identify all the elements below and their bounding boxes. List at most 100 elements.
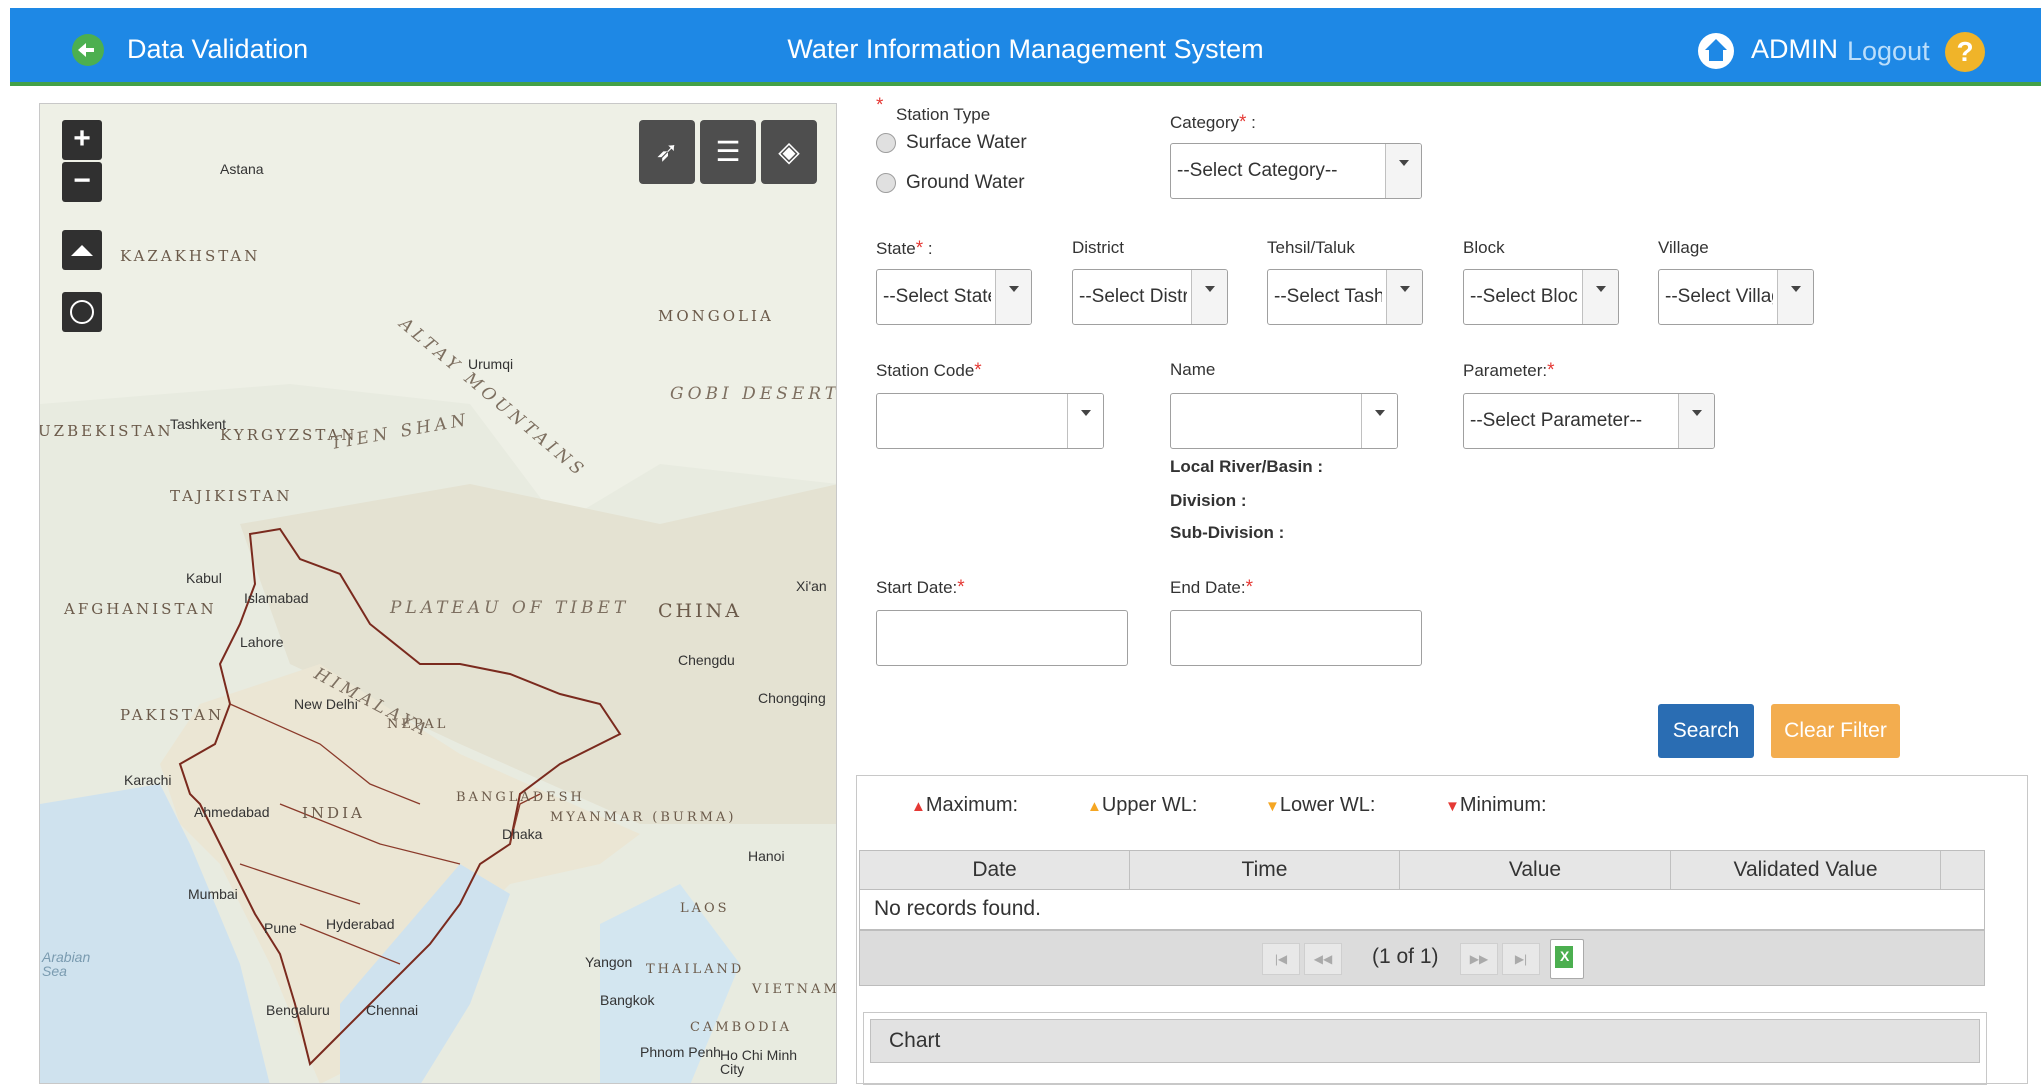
start-date-input[interactable] <box>876 610 1128 666</box>
station-code-select[interactable] <box>876 393 1104 449</box>
results-panel: ▲Maximum: ▲Upper WL: ▼Lower WL: ▼Minimum… <box>856 775 2028 1085</box>
chevron-down-icon[interactable] <box>1678 394 1714 448</box>
chevron-down-icon[interactable] <box>1386 270 1422 324</box>
map-city-label: Chennai <box>366 1002 419 1018</box>
map-city-label: Islamabad <box>244 590 309 606</box>
excel-export-icon[interactable] <box>1550 939 1584 979</box>
map-city-label: Mumbai <box>188 886 238 902</box>
legend-maximum: ▲Maximum: <box>911 794 1019 816</box>
map-country-label: MONGOLIA <box>658 307 774 325</box>
map-country-label: AFGHANISTAN <box>64 600 217 618</box>
map-city-label: Urumqi <box>468 356 514 372</box>
village-label: Village <box>1658 238 1709 257</box>
category-label: Category* : <box>1170 112 1256 133</box>
pagination: |◀ ◀◀ (1 of 1) ▶▶ ▶| <box>859 930 1985 986</box>
map-city-label: Ho Chi Minh City <box>720 1047 798 1077</box>
legend-tool-button[interactable]: ☰ <box>700 120 756 184</box>
chevron-down-icon[interactable] <box>1191 270 1227 324</box>
chevron-down-icon[interactable] <box>1067 394 1103 448</box>
map-city-label: Kabul <box>186 570 222 586</box>
home-icon[interactable] <box>1698 33 1734 69</box>
name-label: Name <box>1170 360 1216 379</box>
last-page-button[interactable]: ▶| <box>1502 943 1540 975</box>
surface-water-radio[interactable]: Surface Water <box>876 132 1027 154</box>
required-marker: * <box>876 95 884 116</box>
radio-label: Ground Water <box>906 172 1025 193</box>
state-label: State* : <box>876 238 933 259</box>
home-extent-button[interactable] <box>62 230 102 270</box>
legend-upper-wl: ▲Upper WL: <box>1087 794 1198 816</box>
map-panel[interactable]: + − ➶ ☰ ◈ KAZAKHSTAN MONGOLIA UZBEKISTAN… <box>39 103 837 1084</box>
map-city-label: Hanoi <box>748 848 785 864</box>
help-icon[interactable]: ? <box>1945 32 1985 72</box>
filter-form: * Station Type Surface Water Ground Wate… <box>870 95 2040 775</box>
radio-button-icon[interactable] <box>876 173 896 193</box>
search-button[interactable]: Search <box>1658 704 1754 758</box>
map-city-label: Chongqing <box>758 690 826 706</box>
chart-panel: Chart <box>863 1012 1987 1085</box>
end-date-input[interactable] <box>1170 610 1422 666</box>
category-select[interactable]: --Select Category-- <box>1170 143 1422 199</box>
chevron-down-icon[interactable] <box>1582 270 1618 324</box>
home-icon <box>71 244 93 256</box>
first-page-icon: |◀ <box>1274 952 1288 966</box>
top-bar: Data Validation Water Information Manage… <box>10 8 2041 86</box>
map-city-label: Hyderabad <box>326 916 395 932</box>
tehsil-select[interactable]: --Select Tashil <box>1267 269 1423 325</box>
empty-message: No records found. <box>859 890 1985 930</box>
block-select[interactable]: --Select Block <box>1463 269 1619 325</box>
chevron-down-icon[interactable] <box>995 270 1031 324</box>
chevron-down-icon[interactable] <box>1361 394 1397 448</box>
triangle-up-icon: ▲ <box>1087 798 1102 815</box>
state-select[interactable]: --Select State- <box>876 269 1032 325</box>
parameter-label: Parameter:* <box>1463 360 1555 381</box>
map-city-label: Ahmedabad <box>194 804 270 820</box>
pin-pointer-icon: ➶ <box>655 136 679 167</box>
radio-button-icon[interactable] <box>876 133 896 153</box>
clear-filter-button[interactable]: Clear Filter <box>1771 704 1900 758</box>
map-city-label: Dhaka <box>502 826 543 842</box>
tehsil-label: Tehsil/Taluk <box>1267 238 1355 257</box>
identify-tool-button[interactable]: ➶ <box>639 120 695 184</box>
column-header-time[interactable]: Time <box>1130 851 1400 889</box>
map-country-label: LAOS <box>680 901 730 916</box>
locate-button[interactable] <box>62 292 102 332</box>
next-page-button[interactable]: ▶▶ <box>1460 943 1498 975</box>
map-country-label: KAZAKHSTAN <box>120 247 261 265</box>
subdivision-label: Sub-Division : <box>1170 523 1285 542</box>
column-header-validated-value[interactable]: Validated Value <box>1671 851 1941 889</box>
column-header-date[interactable]: Date <box>860 851 1130 889</box>
zoom-in-button[interactable]: + <box>62 120 102 160</box>
map-city-label: Phnom Penh <box>640 1044 721 1060</box>
village-select[interactable]: --Select Villag <box>1658 269 1814 325</box>
chevron-down-icon[interactable] <box>1777 270 1813 324</box>
map-city-label: Tashkent <box>170 416 227 432</box>
division-label: Division : <box>1170 491 1247 510</box>
prev-page-button[interactable]: ◀◀ <box>1304 943 1342 975</box>
triangle-down-icon: ▼ <box>1265 798 1280 815</box>
logout-link[interactable]: Logout <box>1847 36 1930 67</box>
zoom-out-button[interactable]: − <box>62 162 102 202</box>
map-city-label: Yangon <box>585 954 633 970</box>
name-select[interactable] <box>1170 393 1398 449</box>
first-page-button[interactable]: |◀ <box>1262 943 1300 975</box>
district-label: District <box>1072 238 1124 257</box>
map-city-label: Bangkok <box>600 992 655 1008</box>
station-code-label: Station Code* <box>876 360 982 381</box>
local-river-label: Local River/Basin : <box>1170 457 1324 476</box>
district-select[interactable]: --Select Distric <box>1072 269 1228 325</box>
chart-header[interactable]: Chart <box>870 1019 1980 1063</box>
table-header: Date Time Value Validated Value <box>859 850 1985 890</box>
end-date-label: End Date:* <box>1170 577 1254 598</box>
app-title: Water Information Management System <box>787 34 1264 64</box>
map-region-label: PLATEAU OF TIBET <box>390 598 630 618</box>
locate-icon <box>70 300 94 325</box>
column-header-value[interactable]: Value <box>1400 851 1671 889</box>
map-country-label: CAMBODIA <box>690 1020 793 1035</box>
layers-tool-button[interactable]: ◈ <box>761 120 817 184</box>
triangle-down-icon: ▼ <box>1445 798 1460 815</box>
chevron-down-icon[interactable] <box>1385 144 1421 198</box>
parameter-select[interactable]: --Select Parameter-- <box>1463 393 1715 449</box>
ground-water-radio[interactable]: Ground Water <box>876 172 1025 194</box>
map-city-label: Karachi <box>124 772 172 788</box>
